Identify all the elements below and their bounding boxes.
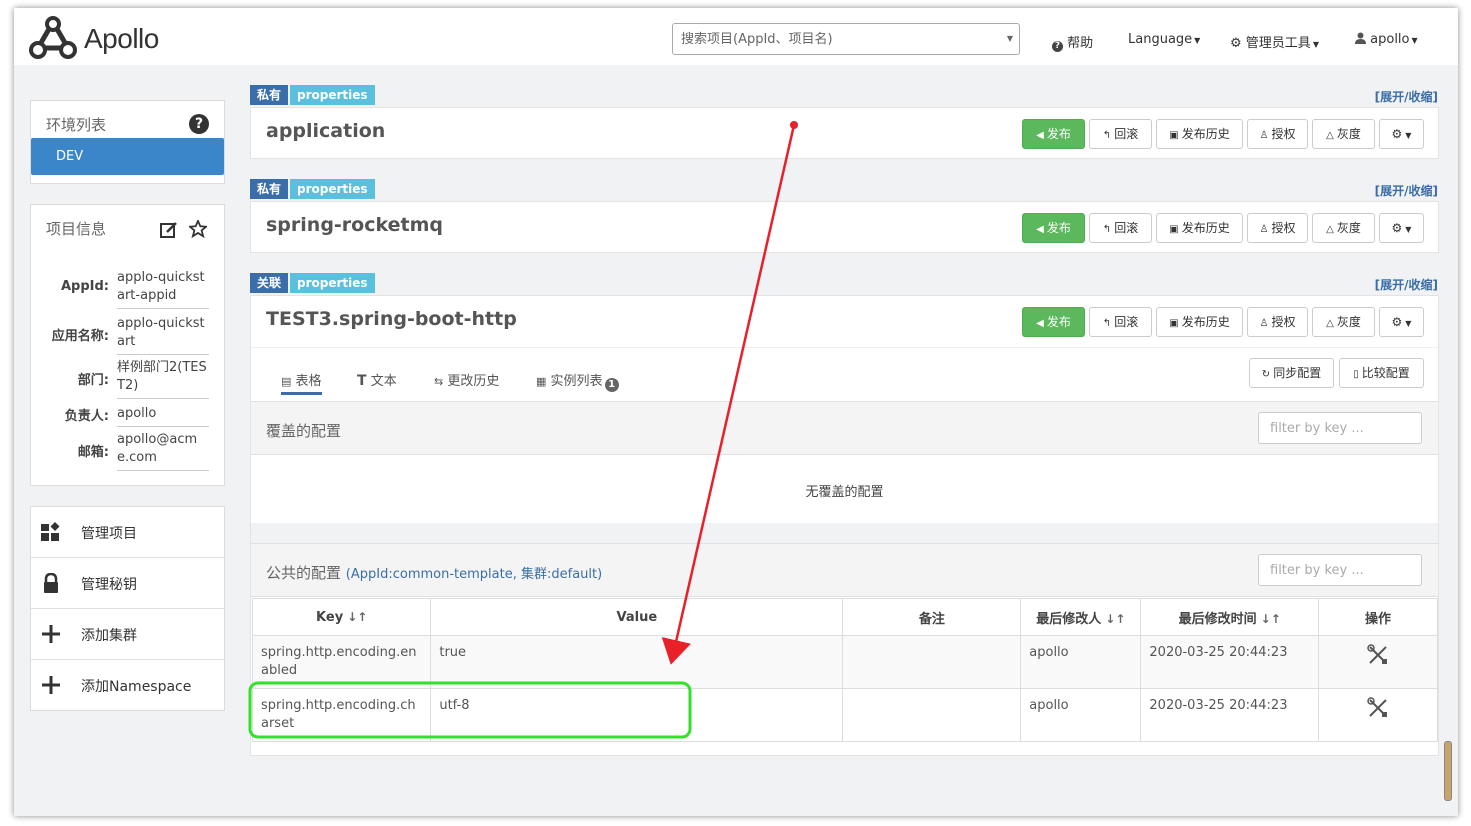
annotation-highlight-box [248,681,692,739]
annotation-overlay [248,121,798,739]
annotation-arrow [661,124,796,665]
